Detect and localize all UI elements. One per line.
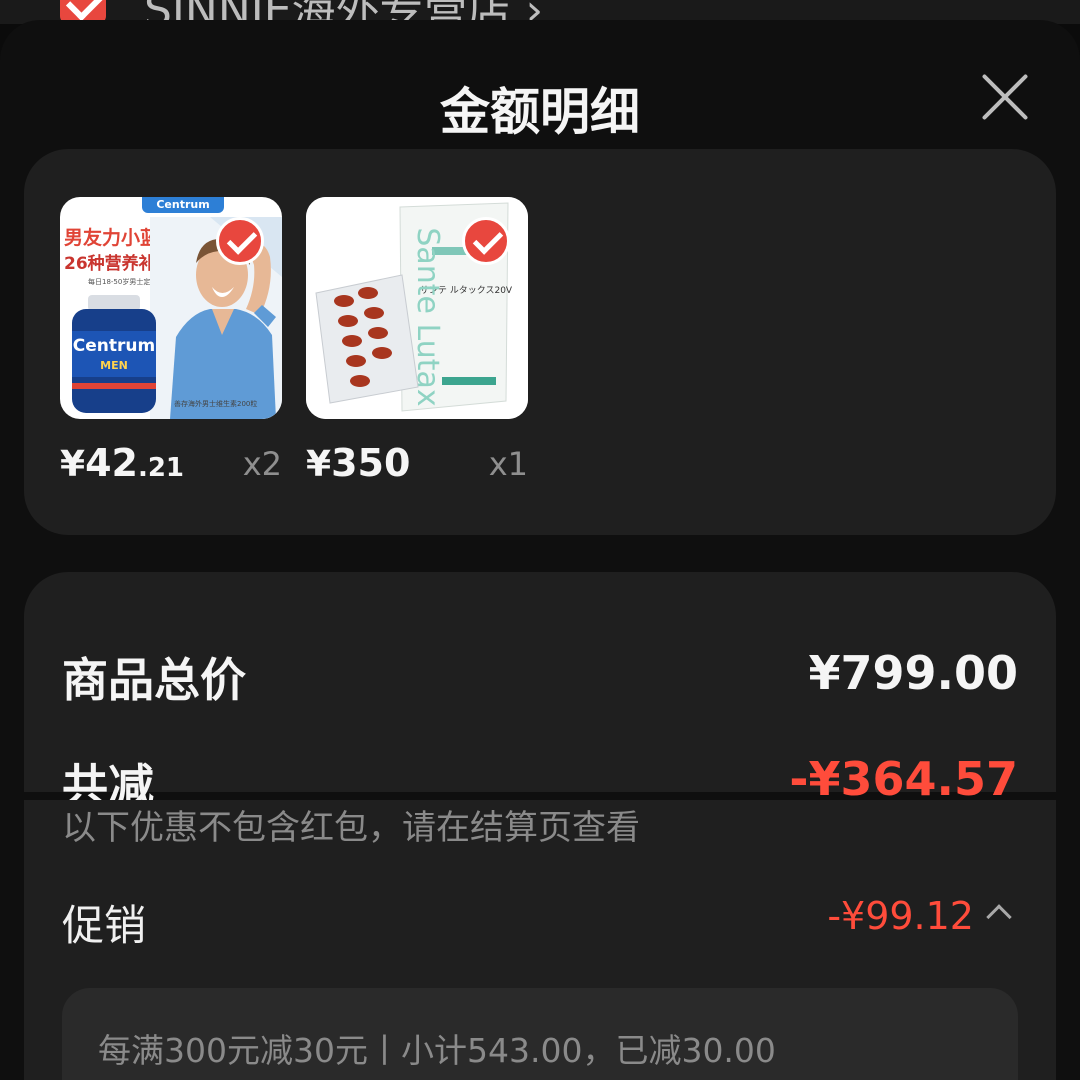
product-quantity: x1 <box>488 445 528 483</box>
discount-value: -¥364.57 <box>789 752 1018 806</box>
promotion-value[interactable]: -¥99.12 <box>827 894 974 938</box>
svg-text:MEN: MEN <box>100 359 128 372</box>
discount-details-section: 以下优惠不包含红包，请在结算页查看 促销 -¥99.12 每满300元减30元丨… <box>24 800 1056 1080</box>
redpacket-note: 以下优惠不包含红包，请在结算页查看 <box>62 808 640 848</box>
promotion-label[interactable]: 促销 <box>62 892 146 953</box>
svg-text:Centrum: Centrum <box>73 336 155 356</box>
thumb-footer: 善存海外男士维生素200粒 <box>174 400 258 408</box>
product-quantity: x2 <box>242 445 282 483</box>
product-thumbnail[interactable]: サンテ ルタックス20V Sante Lutax <box>306 197 528 419</box>
promo-caption: 每日18-50岁男士定制 <box>88 278 158 286</box>
promotion-detail-text: 每满300元减30元丨小计543.00，已减30.00 <box>98 1031 776 1070</box>
check-icon[interactable] <box>216 217 264 265</box>
chevron-up-icon[interactable] <box>986 904 1012 930</box>
close-icon[interactable] <box>976 68 1034 126</box>
centrum-logo: Centrum <box>142 197 224 213</box>
check-icon[interactable] <box>462 217 510 265</box>
products-card: Centrum 男友力小蓝瓶 26种营养补活力 每日18-50岁男士定制 Cen… <box>24 149 1056 535</box>
product-bottle: Centrum MEN <box>72 295 156 413</box>
product-price: ¥42.21 <box>60 441 185 485</box>
price-summary-card: 商品总价 ¥799.00 共减 -¥364.57 <box>24 572 1056 813</box>
total-price-label: 商品总价 <box>62 653 246 707</box>
total-price-value: ¥799.00 <box>808 646 1018 700</box>
sheet-title: 金额明细 <box>440 83 640 141</box>
promotion-detail-box: 每满300元减30元丨小计543.00，已减30.00 <box>62 988 1018 1080</box>
product-thumbnail[interactable]: Centrum 男友力小蓝瓶 26种营养补活力 每日18-50岁男士定制 Cen… <box>60 197 282 419</box>
product-price: ¥350 <box>306 441 411 485</box>
